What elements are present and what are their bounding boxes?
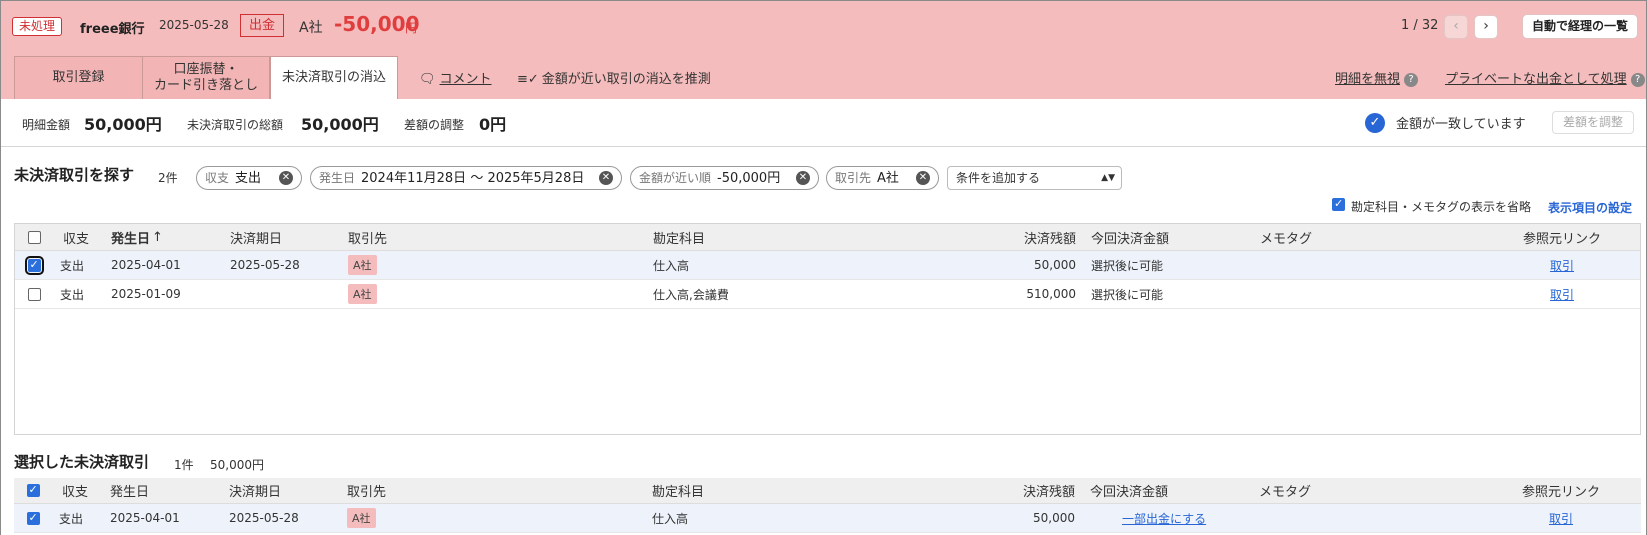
row-checkbox[interactable] (14, 504, 52, 532)
table-row[interactable]: 支出 2025-01-09 A社 仕入高,会議費 510,000 選択後に可能 … (15, 280, 1640, 309)
table-header: 収支 発生日 決済期日 取引先 勘定科目 決済残額 今回決済金額 メモタグ 参照… (14, 478, 1641, 504)
private-expense-link[interactable]: プライベートな出金として処理? (1445, 68, 1645, 87)
diff-label: 差額の調整 (404, 118, 465, 132)
check-circle-icon: ✓ (1365, 113, 1385, 133)
filter-chip-partner[interactable]: 取引先 A社 ✕ (826, 166, 939, 190)
selected-table: 収支 発生日 決済期日 取引先 勘定科目 決済残額 今回決済金額 メモタグ 参照… (14, 478, 1641, 533)
table-row[interactable]: 支出 2025-04-01 2025-05-28 A社 仕入高 50,000 一… (14, 504, 1641, 533)
bank-name: freee銀行 (80, 22, 145, 37)
col-partner: 取引先 (348, 231, 388, 247)
row-checkbox[interactable] (15, 280, 53, 308)
search-count: 2件 (158, 171, 178, 185)
adjust-diff-button[interactable]: 差額を調整 (1552, 111, 1634, 134)
next-button[interactable]: › (1474, 15, 1498, 39)
table-header: 収支 発生日 ↑ 決済期日 取引先 勘定科目 決済残額 今回決済金額 メモタグ 参… (15, 224, 1640, 251)
selected-count: 1件 (174, 458, 194, 472)
ref-link[interactable]: 取引 (1550, 251, 1574, 279)
col-account: 勘定科目 (653, 231, 706, 247)
window: 未処理 freee銀行 2025-05-28 出金 A社 -50,000 円 1… (0, 0, 1647, 535)
table-row[interactable]: 支出 2025-04-01 2025-05-28 A社 仕入高 50,000 選… (15, 251, 1640, 280)
remove-filter-icon[interactable]: ✕ (916, 171, 930, 185)
partner-tag: A社 (348, 251, 377, 279)
col-due: 決済期日 (230, 231, 283, 247)
candidates-table: 収支 発生日 ↑ 決済期日 取引先 勘定科目 決済残額 今回決済金額 メモタグ 参… (14, 223, 1641, 435)
remove-filter-icon[interactable]: ✕ (599, 171, 613, 185)
filter-chip-type[interactable]: 収支 支出 ✕ (196, 166, 302, 190)
filter-chip-amount[interactable]: 金額が近い順 -50,000円 ✕ (630, 166, 819, 190)
help-icon: ? (1630, 73, 1645, 87)
chevron-right-icon: › (1483, 18, 1489, 34)
sort-up-icon: ↑ (152, 229, 163, 245)
match-status: 金額が一致しています (1396, 117, 1526, 132)
prev-button[interactable]: ‹ (1444, 15, 1468, 39)
col-balance: 決済残額 (1023, 231, 1076, 247)
status-badge: 未処理 (12, 17, 63, 36)
ignore-detail-link[interactable]: 明細を無視? (1335, 68, 1419, 87)
list-check-icon: ≡✓ (517, 72, 539, 87)
ref-link[interactable]: 取引 (1550, 280, 1574, 308)
transaction-header: 未処理 freee銀行 2025-05-28 出金 A社 -50,000 円 1… (1, 1, 1646, 99)
comment-link[interactable]: 🗨 コメント (419, 68, 492, 87)
suggest-link[interactable]: ≡✓ 金額が近い取引の消込を推測 (517, 68, 711, 87)
col-occurred[interactable]: 発生日 ↑ (111, 224, 163, 250)
comment-icon: 🗨 (419, 72, 436, 87)
ref-link[interactable]: 取引 (1549, 504, 1573, 532)
tab-transfer-label: 口座振替・ カード引き落とし (153, 62, 258, 93)
remove-filter-icon[interactable]: ✕ (279, 171, 293, 185)
selected-title: 選択した未決済取引 (14, 453, 150, 471)
type-badge: 出金 (240, 14, 285, 37)
partial-payment-link[interactable]: 一部出金にする (1122, 504, 1206, 532)
transaction-date: 2025-05-28 (159, 18, 229, 32)
detail-amount-label: 明細金額 (22, 118, 71, 132)
omit-columns-checkbox[interactable] (1332, 197, 1345, 215)
header-partner: A社 (299, 20, 323, 36)
row-checkbox[interactable] (15, 251, 53, 279)
tab-reconcile[interactable]: 未決済取引の消込 (270, 56, 398, 99)
display-settings-link[interactable]: 表示項目の設定 (1548, 199, 1632, 216)
select-arrows-icon: ▲▼ (1101, 173, 1115, 183)
tab-register[interactable]: 取引登録 (14, 56, 143, 99)
search-title: 未決済取引を探す (14, 166, 135, 184)
total-amount-label: 未決済取引の総額 (187, 118, 284, 132)
omit-columns-label: 勘定科目・メモタグの表示を省略 (1351, 200, 1532, 214)
chevron-left-icon: ‹ (1453, 18, 1459, 34)
select-all-checkbox[interactable] (14, 478, 52, 503)
col-current: 今回決済金額 (1091, 231, 1170, 247)
selected-amount: 50,000円 (210, 458, 264, 472)
remove-filter-icon[interactable]: ✕ (796, 171, 810, 185)
add-condition-select[interactable]: 条件を追加する ▲▼ (947, 166, 1122, 190)
help-icon: ? (1404, 73, 1419, 87)
partner-tag: A社 (348, 280, 377, 308)
partner-tag: A社 (347, 504, 376, 532)
detail-amount-value: 50,000円 (84, 115, 162, 134)
diff-value: 0円 (479, 115, 507, 134)
col-ref: 参照元リンク (1523, 231, 1602, 247)
filter-chip-date[interactable]: 発生日 2024年11月28日 〜 2025年5月28日 ✕ (310, 166, 622, 190)
pager-text: 1 / 32 (1401, 18, 1439, 33)
col-memo: メモタグ (1260, 231, 1313, 247)
total-amount-value: 50,000円 (301, 115, 379, 134)
col-type: 収支 (63, 231, 90, 247)
select-all-checkbox[interactable] (15, 224, 53, 250)
tab-transfer[interactable]: 口座振替・ カード引き落とし (142, 56, 270, 99)
auto-accounting-list-button[interactable]: 自動で経理の一覧 (1522, 14, 1638, 39)
header-amount-unit: 円 (405, 21, 418, 35)
